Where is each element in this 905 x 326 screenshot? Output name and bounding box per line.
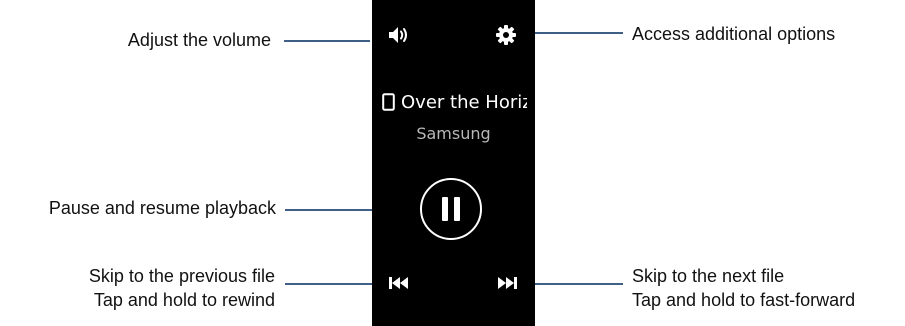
callout-next-line2: Tap and hold to fast-forward [632,290,856,310]
callout-previous-line2: Tap and hold to rewind [93,290,275,310]
leader-line-previous [285,283,372,285]
leader-line-volume [284,40,370,42]
callout-pause: Pause and resume playback [49,196,276,220]
settings-button[interactable] [489,18,523,52]
pause-icon [442,197,460,221]
music-player-screen: Over the Horizon Samsung [372,0,535,326]
track-title: Over the Horizon [401,91,527,113]
track-info-row: Over the Horizon [382,86,527,118]
gear-icon [496,25,516,45]
callout-previous: Skip to the previous file Tap and hold t… [89,264,275,312]
next-button[interactable] [490,266,524,300]
callout-volume: Adjust the volume [128,28,271,52]
phone-icon [382,93,395,111]
previous-button[interactable] [382,266,416,300]
callout-pause-text: Pause and resume playback [48,198,276,218]
artist-name: Samsung [416,124,491,143]
callout-previous-line1: Skip to the previous file [88,266,275,286]
leader-line-pause [285,209,372,211]
leader-line-next [535,283,623,285]
callout-options: Access additional options [632,22,835,46]
callout-options-text: Access additional options [632,24,836,44]
volume-button[interactable] [382,18,416,52]
callout-volume-text: Adjust the volume [127,30,271,50]
skip-previous-icon [389,277,408,289]
skip-next-icon [498,277,517,289]
callout-next: Skip to the next file Tap and hold to fa… [632,264,855,312]
callout-next-line1: Skip to the next file [632,266,785,286]
play-pause-button[interactable] [420,178,482,240]
leader-line-options [535,32,623,34]
volume-icon [389,27,407,43]
